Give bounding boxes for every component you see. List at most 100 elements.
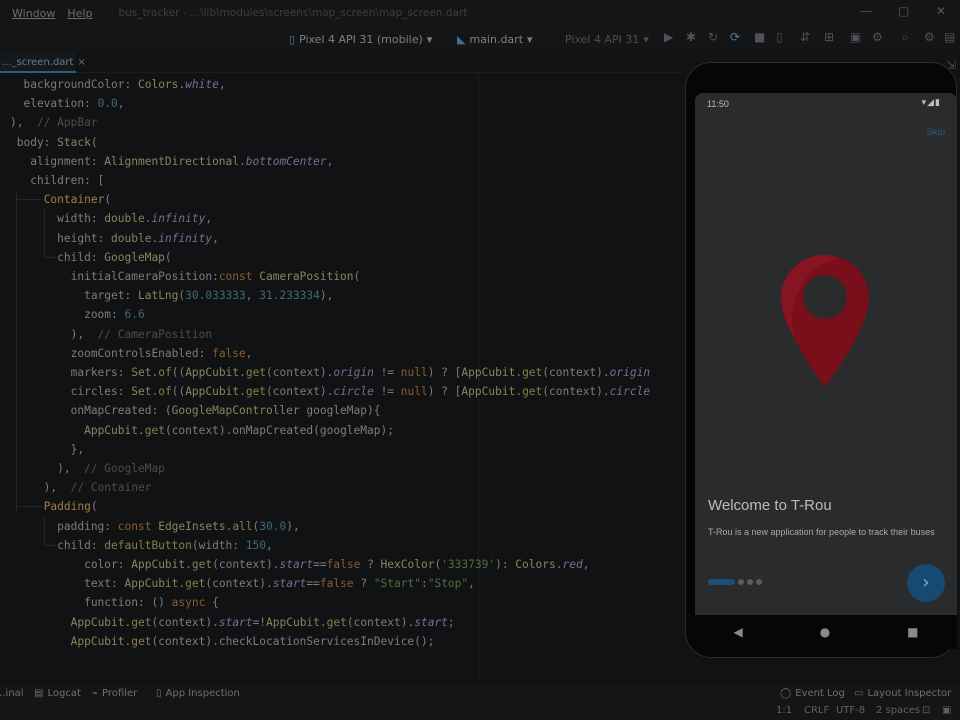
code-token: initialCameraPosition: xyxy=(10,270,219,283)
code-line[interactable]: color: AppCubit.get(context).start==fals… xyxy=(10,555,589,574)
profiler-tab[interactable]: ⌁ Profiler xyxy=(92,688,137,699)
code-line[interactable]: child: defaultButton(width: 150, xyxy=(10,536,273,555)
close-tab-icon[interactable]: × xyxy=(77,57,85,68)
settings-icon[interactable]: ⚙ xyxy=(924,30,935,44)
code-line[interactable]: markers: Set.of((AppCubit.get(context).o… xyxy=(10,363,650,382)
next-button[interactable]: › xyxy=(907,564,945,602)
debug-icon[interactable]: ✱ xyxy=(686,30,696,44)
code-editor[interactable]: backgroundColor: Colors.white, elevation… xyxy=(0,73,680,681)
flutter-icon: ◣ xyxy=(457,32,466,46)
lock-icon[interactable]: ⊡ xyxy=(922,705,930,716)
phone-screen[interactable]: 11:50 ▾◢▮ Skip Welcome to T-Rou T-Rou is… xyxy=(695,93,957,615)
menu-window[interactable]: Window xyxy=(6,7,61,20)
code-token: text: xyxy=(10,577,125,591)
code-token: AppCubit xyxy=(185,366,240,379)
code-line[interactable]: height: double.infinity, xyxy=(10,229,219,248)
home-icon[interactable]: ● xyxy=(820,625,830,639)
code-line[interactable]: text: AppCubit.get(context).start==false… xyxy=(10,574,475,593)
plugins-icon[interactable]: ▤ xyxy=(944,30,955,44)
hot-reload-icon[interactable]: ⟳ xyxy=(730,30,740,44)
line-separator[interactable]: CRLF xyxy=(804,705,829,716)
logcat-tab[interactable]: ▤ Logcat xyxy=(34,688,81,699)
main-toolbar: ▯ Pixel 4 API 31 (mobile) ▾ ◣ main.dart … xyxy=(0,26,960,52)
coverage-icon[interactable]: ↻ xyxy=(708,30,718,44)
code-token: LatLng xyxy=(137,289,179,303)
inspector-icon[interactable]: ⚙ xyxy=(872,30,883,44)
code-token: Container xyxy=(43,193,105,207)
welcome-subtitle: T-Rou is a new application for people to… xyxy=(708,527,935,537)
code-line[interactable]: AppCubit.get(context).onMapCreated(googl… xyxy=(10,421,394,440)
code-line[interactable]: ), // Container xyxy=(10,478,152,497)
code-line[interactable]: ), // GoogleMap xyxy=(10,459,165,478)
code-line[interactable]: width: double.infinity, xyxy=(10,209,212,228)
code-token: child: xyxy=(10,250,105,264)
code-token: . xyxy=(319,615,327,629)
code-line[interactable]: target: LatLng(30.033333, 31.233334), xyxy=(10,286,333,305)
code-line[interactable]: zoomControlsEnabled: false, xyxy=(10,344,253,363)
code-line[interactable]: elevation: 0.0, xyxy=(10,94,124,113)
code-token: ? xyxy=(360,558,381,571)
chevron-down-icon: ▾ xyxy=(527,32,533,46)
layout-inspector-tab[interactable]: ▭ Layout Inspector xyxy=(854,688,951,699)
code-token: AppCubit xyxy=(185,385,240,399)
code-token: == xyxy=(306,577,320,591)
minimize-icon[interactable]: — xyxy=(860,4,872,18)
device2-label: Pixel 4 API 31 xyxy=(565,32,640,46)
indent-setting[interactable]: 2 spaces xyxy=(876,705,920,716)
code-line[interactable]: initialCameraPosition:const CameraPositi… xyxy=(10,267,361,286)
terminal-tab[interactable]: ...inal xyxy=(0,688,24,699)
code-line[interactable]: ), // AppBar xyxy=(10,113,98,132)
avd-manager-icon[interactable]: ▣ xyxy=(850,30,861,44)
code-token: ( xyxy=(90,500,98,514)
code-line[interactable]: padding: const EdgeInsets.all(30.0), xyxy=(10,517,300,536)
code-line[interactable]: children: [ xyxy=(10,171,104,190)
code-line[interactable]: Container( xyxy=(10,190,111,209)
code-token: ( xyxy=(90,135,98,149)
code-token: get xyxy=(245,385,267,399)
code-line[interactable]: }, xyxy=(10,440,84,459)
recents-icon[interactable]: ■ xyxy=(907,625,918,639)
code-line[interactable]: circles: Set.of((AppCubit.get(context).c… xyxy=(10,382,650,401)
run-icon[interactable]: ▶ xyxy=(664,30,673,44)
code-line[interactable]: zoom: 6.6 xyxy=(10,305,145,324)
code-line[interactable]: AppCubit.get(context).start=!AppCubit.ge… xyxy=(10,613,455,632)
sync-icon[interactable]: ⇵ xyxy=(800,30,810,44)
code-token: AppCubit xyxy=(70,615,125,629)
back-icon[interactable]: ◀ xyxy=(733,625,742,639)
event-log-label: Event Log xyxy=(795,688,845,699)
tool-window-bar: ...inal ▤Logcat ⌁Profiler ▯App Inspectio… xyxy=(0,684,960,704)
code-token: AppCubit xyxy=(124,577,179,591)
code-line[interactable]: backgroundColor: Colors.white, xyxy=(10,75,225,94)
file-encoding[interactable]: UTF-8 xyxy=(836,705,865,716)
close-icon[interactable]: ✕ xyxy=(936,4,946,18)
device-selector-2[interactable]: Pixel 4 API 31 ▾ xyxy=(560,30,654,48)
sdk-manager-icon[interactable]: ⊞ xyxy=(824,30,834,44)
code-line[interactable]: child: GoogleMap( xyxy=(10,248,172,267)
code-line[interactable]: AppCubit.get(context).checkLocationServi… xyxy=(10,632,435,651)
code-line[interactable]: body: Stack( xyxy=(10,133,98,152)
tab-map-screen[interactable]: ..._screen.dart × xyxy=(0,52,86,73)
stop-icon[interactable]: ■ xyxy=(754,30,765,44)
layout-inspector-label: Layout Inspector xyxy=(867,688,952,699)
search-icon[interactable]: ⌕ xyxy=(902,30,909,45)
maximize-icon[interactable]: ▢ xyxy=(898,4,909,18)
cursor-position[interactable]: 1:1 xyxy=(776,705,792,716)
code-line[interactable]: function: () async { xyxy=(10,593,219,612)
device-selector[interactable]: ▯ Pixel 4 API 31 (mobile) ▾ xyxy=(284,30,437,48)
event-log-tab[interactable]: ◯ Event Log xyxy=(780,688,845,699)
skip-button[interactable]: Skip xyxy=(927,127,945,138)
code-line[interactable]: onMapCreated: (GoogleMapController googl… xyxy=(10,401,381,420)
code-line[interactable]: Padding( xyxy=(10,497,98,516)
code-token: ( xyxy=(104,193,112,207)
code-token: { xyxy=(373,404,381,418)
notifications-icon[interactable]: ▣ xyxy=(942,705,951,716)
code-token: (context). xyxy=(205,577,273,591)
device-manager-icon[interactable]: ▯ xyxy=(776,30,783,44)
menu-help[interactable]: Help xyxy=(61,7,98,20)
code-line[interactable]: alignment: AlignmentDirectional.bottomCe… xyxy=(10,152,333,171)
app-inspection-tab[interactable]: ▯ App Inspection xyxy=(156,688,240,699)
code-line[interactable]: ), // CameraPosition xyxy=(10,325,212,344)
run-config-selector[interactable]: ◣ main.dart ▾ xyxy=(452,30,538,48)
